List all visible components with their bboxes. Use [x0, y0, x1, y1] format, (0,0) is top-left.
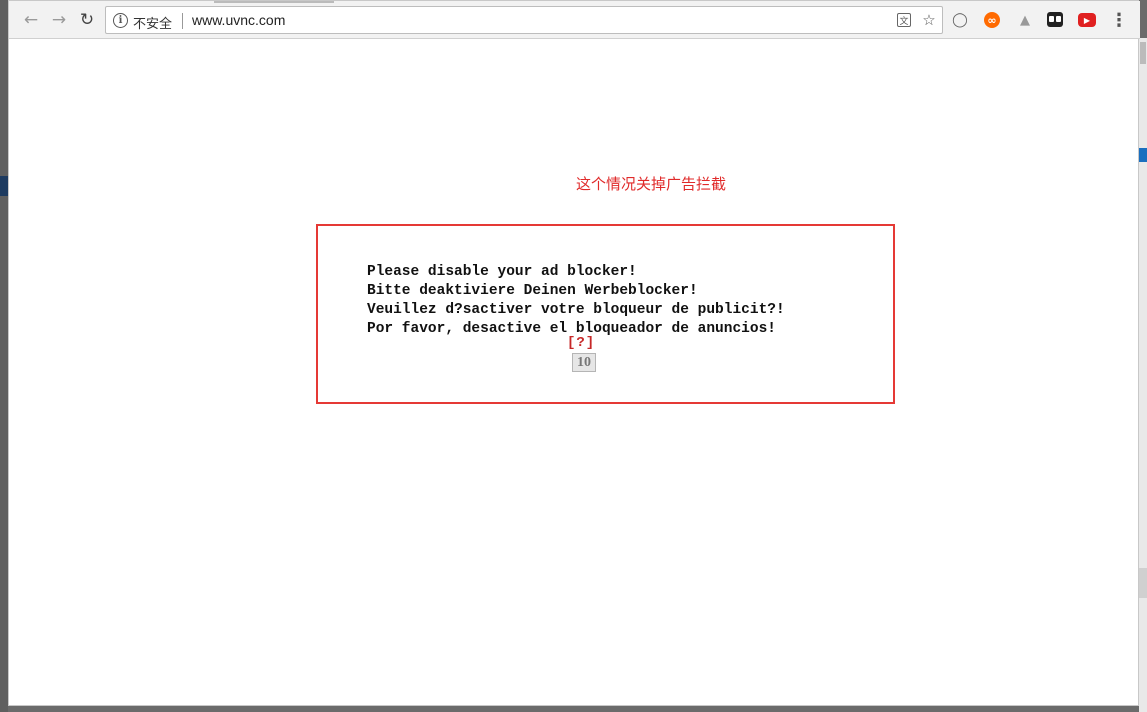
video-icon[interactable]: ▶ [1078, 13, 1096, 27]
desktop-background-left [0, 0, 8, 712]
infinity-icon[interactable]: ∞ [984, 12, 1000, 28]
translate-icon[interactable]: 文 [897, 13, 911, 27]
page-content: 这个情况关掉广告拦截 Please disable your ad blocke… [9, 39, 1138, 705]
more-vert-icon[interactable]: ⋮ [1109, 9, 1129, 31]
adblock-shield-icon[interactable]: ◯ [950, 10, 970, 30]
tree-icon[interactable]: ▲ [1015, 10, 1035, 30]
countdown-counter: 10 [572, 353, 596, 372]
omnibox-separator [182, 13, 183, 29]
desktop-background-right [1139, 38, 1147, 712]
browser-toolbar: ← → ↻ i 不安全 www.uvnc.com 文 ☆ ◯ ∞ ▲ ▶ ⋮ [9, 1, 1140, 39]
background-window-fragment [1139, 568, 1147, 598]
browser-window: ← → ↻ i 不安全 www.uvnc.com 文 ☆ ◯ ∞ ▲ ▶ ⋮ 这… [8, 0, 1140, 706]
security-label[interactable]: 不安全 [133, 13, 172, 32]
star-icon[interactable]: ☆ [920, 11, 938, 29]
url-text[interactable]: www.uvnc.com [192, 12, 285, 28]
address-bar[interactable]: i 不安全 www.uvnc.com 文 ☆ [105, 6, 943, 34]
background-window-fragment [0, 176, 8, 196]
grid-icon[interactable] [1047, 12, 1063, 27]
annotation-note: 这个情况关掉广告拦截 [576, 175, 727, 193]
background-scrollbar [1140, 42, 1146, 64]
tab-strip-edge [214, 1, 334, 3]
reload-icon[interactable]: ↻ [75, 8, 99, 32]
message-line-en: Please disable your ad blocker! [367, 264, 637, 280]
info-icon[interactable]: i [113, 13, 128, 28]
message-line-fr: Veuillez d?sactiver votre bloqueur de pu… [367, 302, 785, 318]
background-window-fragment [1139, 148, 1147, 162]
message-line-de: Bitte deaktiviere Deinen Werbeblocker! [367, 283, 698, 299]
back-arrow-icon[interactable]: ← [19, 8, 43, 32]
help-link[interactable]: [?] [567, 335, 595, 351]
forward-arrow-icon[interactable]: → [47, 8, 71, 32]
adblock-message: Please disable your ad blocker! Bitte de… [367, 263, 785, 339]
